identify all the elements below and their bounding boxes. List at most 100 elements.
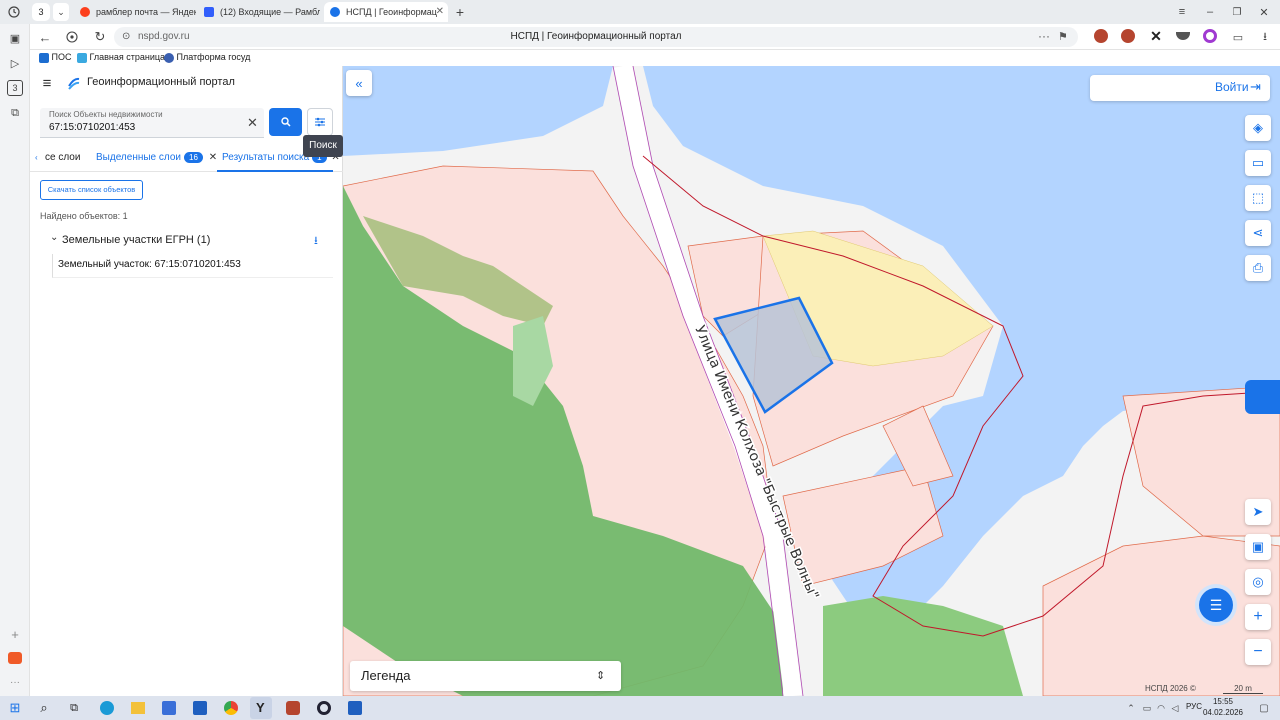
bookmark-platform[interactable]: Платформа госуд <box>164 52 250 63</box>
taskbar: ⊞ ⌕ ⧉ Y ⌃ ▭ ◠ ◁ РУС 15:55 04.02.2026 ▢ <box>0 696 1280 720</box>
more-dots-icon[interactable]: ··· <box>7 674 23 690</box>
extension-icon[interactable]: ✕ <box>1148 28 1164 44</box>
chrome-icon[interactable] <box>224 701 238 715</box>
more-icon[interactable]: ··· <box>1038 29 1050 43</box>
collapse-panel-button[interactable]: « <box>346 70 372 96</box>
browser-sidebar: ▣ ▷ 3 ⧉ + ··· <box>0 24 30 696</box>
screenshot-icon[interactable]: ⧉ <box>7 105 23 121</box>
clock-time[interactable]: 15:55 <box>1206 697 1240 706</box>
result-item[interactable]: Земельный участок: 67:15:0710201:453 <box>52 254 333 278</box>
minimize-icon[interactable]: – <box>1202 4 1218 20</box>
extension-icon[interactable] <box>1176 32 1190 40</box>
extension-icon[interactable] <box>1203 29 1217 43</box>
select-area-button[interactable]: ⬚ <box>1245 185 1271 211</box>
chat-button[interactable]: ☰ <box>1199 588 1233 622</box>
rail-badge[interactable]: 3 <box>7 80 23 96</box>
login-icon: ⇥ <box>1250 79 1261 94</box>
tab-label: НСПД | Геоинформац <box>346 7 437 17</box>
store-icon[interactable] <box>162 701 176 715</box>
clear-icon[interactable]: ✕ <box>247 115 258 131</box>
download-list-button[interactable]: Скачать список объектов <box>40 180 143 200</box>
search-input[interactable]: 67:15:0710201:453 <box>49 122 135 133</box>
back-icon[interactable]: ← <box>37 29 53 45</box>
result-item-label: Земельный участок: 67:15:0710201:453 <box>58 259 241 270</box>
close-tab-icon[interactable]: ✕ <box>436 2 444 22</box>
edge-icon[interactable] <box>100 701 114 715</box>
app-icon[interactable] <box>317 701 331 715</box>
geolocation-button[interactable]: ◎ <box>1245 569 1271 595</box>
notification-icon[interactable]: ▢ <box>1256 700 1272 716</box>
bookmark-pos[interactable]: ПОС <box>39 52 71 63</box>
downloads-icon[interactable]: ⭳ <box>1257 29 1273 45</box>
minimap-button[interactable]: ▣ <box>1245 534 1271 560</box>
clock-date[interactable]: 04.02.2026 <box>1200 708 1246 717</box>
tray-chevron-icon[interactable]: ⌃ <box>1124 700 1138 716</box>
search-field[interactable]: Поиск Объекты недвижимости 67:15:0710201… <box>40 108 264 138</box>
mail-app-icon[interactable] <box>8 652 22 664</box>
address-bar-row: ← ↻ ⊙ nspd.gov.ru НСПД | Геоинформационн… <box>0 24 1280 50</box>
protect-icon[interactable] <box>64 29 80 45</box>
bookmark-icon[interactable]: ⚑ <box>1058 30 1068 43</box>
print-button[interactable]: ⎙ <box>1245 255 1271 281</box>
chevron-down-icon[interactable]: ⌄ <box>50 232 58 243</box>
history-icon[interactable] <box>6 4 22 20</box>
tab-rambler-mail[interactable]: (12) Входящие — Рамбле <box>198 2 320 22</box>
chat-icon[interactable]: ▭ <box>1230 29 1246 45</box>
search-button[interactable] <box>269 108 302 136</box>
explorer-icon[interactable] <box>131 702 145 714</box>
address-field[interactable]: ⊙ nspd.gov.ru НСПД | Геоинформационный п… <box>114 27 1078 47</box>
group-label: Земельные участки ЕГРН (1) <box>62 234 211 246</box>
app-icon[interactable] <box>348 701 362 715</box>
task-view-icon[interactable]: ⧉ <box>66 700 82 716</box>
login-button[interactable]: Войти ⇥ <box>1090 75 1270 101</box>
tab-list-dropdown[interactable]: ⌄ <box>53 3 69 21</box>
yandex-browser-taskbar[interactable]: Y <box>250 697 272 719</box>
chevron-left-icon[interactable]: ‹ <box>35 153 38 162</box>
mail-icon <box>204 7 214 17</box>
layers-button[interactable]: ◈ <box>1245 115 1271 141</box>
mail-icon[interactable] <box>193 701 207 715</box>
feedback-button[interactable] <box>1245 380 1280 414</box>
legend-panel[interactable]: Легенда ⇕ <box>350 661 621 691</box>
wifi-icon[interactable]: ◠ <box>1154 700 1168 716</box>
collections-icon[interactable]: ▣ <box>7 30 23 46</box>
app-icon[interactable] <box>286 701 300 715</box>
tab-all-layers[interactable]: се слои <box>45 152 80 163</box>
tab-selected-layers[interactable]: Выделенные слои 16 ✕ <box>96 152 217 163</box>
ruler-button[interactable]: ▭ <box>1245 150 1271 176</box>
new-tab-button[interactable]: + <box>452 4 468 20</box>
play-icon[interactable]: ▷ <box>7 55 23 71</box>
map-canvas[interactable]: Улица Имени Колхоза "Быстрые Волны" <box>343 66 1280 696</box>
filter-button[interactable] <box>307 108 333 136</box>
extension-icon[interactable] <box>1094 29 1108 43</box>
tab-rambler-search[interactable]: рамблер почта — Яндекс <box>74 2 196 22</box>
bookmark-main-page[interactable]: Главная страница <box>77 52 165 63</box>
copyright: НСПД 2026 © <box>1145 684 1196 693</box>
start-icon[interactable]: ⊞ <box>7 700 23 716</box>
tab-nspd[interactable]: НСПД | Геоинформац ✕ <box>324 2 448 22</box>
map-view[interactable]: Улица Имени Колхоза "Быстрые Волны" « Во… <box>343 66 1280 696</box>
result-group[interactable]: ⌄ Земельные участки ЕГРН (1) ⭳ <box>50 232 333 248</box>
extension-icon[interactable] <box>1121 29 1135 43</box>
download-icon[interactable]: ⭳ <box>314 232 318 251</box>
forest-area <box>823 596 1023 696</box>
restore-icon[interactable]: ❐ <box>1229 4 1245 20</box>
reload-icon[interactable]: ↻ <box>92 29 108 45</box>
page-title: НСПД | Геоинформационный портал <box>510 31 682 42</box>
chat-icon: ☰ <box>1209 596 1223 613</box>
close-window-icon[interactable]: ✕ <box>1256 4 1272 20</box>
share-button[interactable]: ⋖ <box>1245 220 1271 246</box>
hamburger-menu-icon[interactable]: ≡ <box>39 75 55 92</box>
tray-icon[interactable]: ▭ <box>1140 700 1154 716</box>
close-icon[interactable]: ✕ <box>209 152 217 163</box>
zoom-in-button[interactable]: + <box>1245 604 1271 630</box>
zoom-out-button[interactable]: − <box>1245 639 1271 665</box>
tab-counter[interactable]: 3 <box>32 3 50 21</box>
add-panel-icon[interactable]: + <box>7 626 23 642</box>
volume-icon[interactable]: ◁ <box>1168 700 1182 716</box>
locate-button[interactable]: ➤ <box>1245 499 1271 525</box>
expand-icon[interactable]: ⇕ <box>596 661 605 691</box>
search-icon[interactable]: ⌕ <box>36 700 52 716</box>
browser-menu-icon[interactable]: ≡ <box>1174 4 1190 20</box>
filter-icon <box>315 117 325 127</box>
